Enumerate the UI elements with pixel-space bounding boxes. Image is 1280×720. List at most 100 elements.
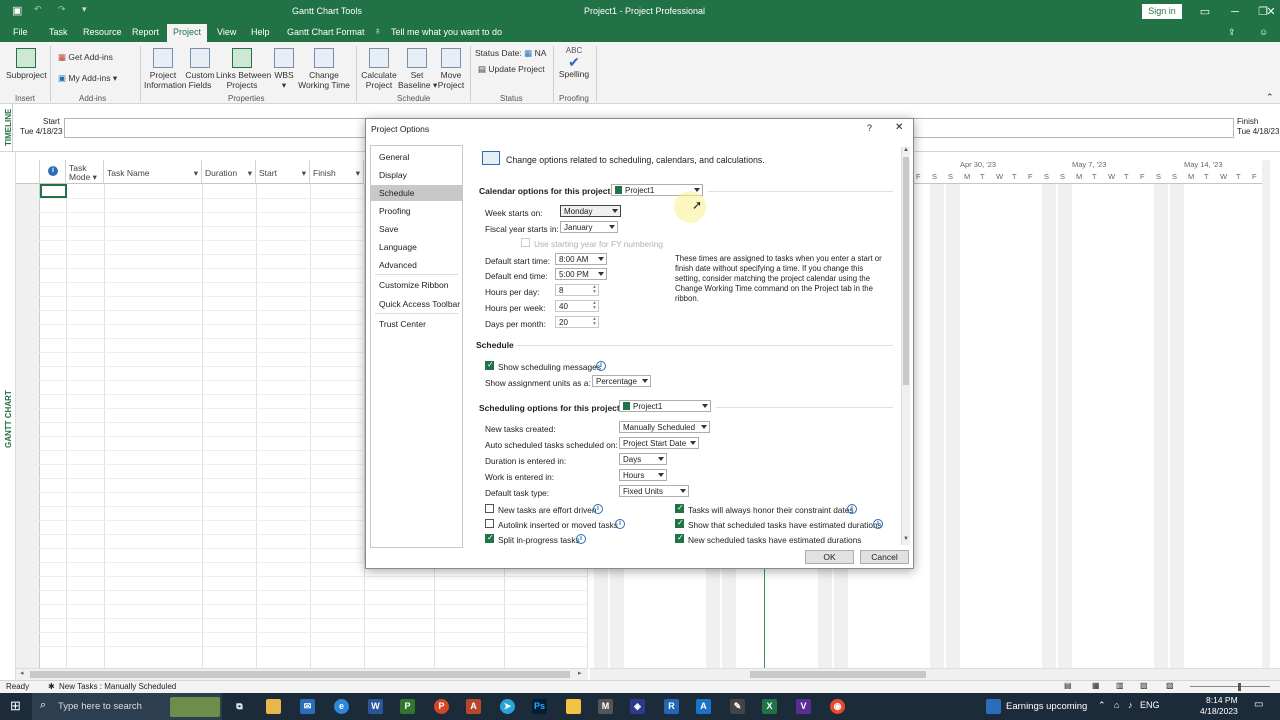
volume-icon[interactable]: ♪ (1128, 700, 1133, 710)
get-addins-button[interactable]: ▦ Get Add-ins (58, 52, 113, 62)
wbs-button[interactable]: WBS ▾ (270, 48, 298, 90)
new-tasks-mode[interactable]: New Tasks : Manually Scheduled (59, 682, 176, 691)
split-in-progress-checkbox[interactable] (485, 533, 494, 543)
save-icon[interactable]: ▣ (12, 4, 22, 17)
scroll-left-icon[interactable]: ◂ (20, 669, 24, 677)
collapse-ribbon-icon[interactable]: ⌃ (1266, 92, 1274, 103)
scroll-down-icon[interactable]: ▼ (903, 536, 909, 542)
selected-cell[interactable] (40, 184, 67, 198)
share-icon[interactable]: ⇪ (1228, 27, 1236, 38)
mail-icon[interactable]: ✉ (300, 699, 315, 714)
column-header-task-mode[interactable]: Task Mode ▾ (66, 160, 104, 184)
tab-gantt-chart-format[interactable]: Gantt Chart Format (287, 27, 365, 37)
nav-customize-ribbon[interactable]: Customize Ribbon (371, 277, 462, 293)
cancel-button[interactable]: Cancel (860, 550, 909, 564)
language-indicator[interactable]: ENG (1140, 700, 1160, 710)
fiscal-year-select[interactable]: January (560, 221, 618, 233)
notes-icon[interactable] (566, 699, 581, 714)
zoom-slider-thumb[interactable] (1238, 683, 1241, 691)
nav-language[interactable]: Language (371, 239, 462, 255)
default-task-type-select[interactable]: Fixed Units (619, 485, 689, 497)
a-app-icon[interactable]: A (696, 699, 711, 714)
effort-driven-checkbox[interactable] (485, 504, 494, 513)
record-icon[interactable]: ◉ (830, 699, 845, 714)
gantt-scroll-thumb[interactable] (750, 671, 926, 678)
task-view-icon[interactable]: ⧉ (232, 699, 247, 714)
column-header-finish[interactable]: Finish ▾ (310, 160, 364, 184)
info-icon[interactable]: i (593, 504, 603, 514)
access-icon[interactable]: A (466, 699, 481, 714)
excel-icon[interactable]: X (762, 699, 777, 714)
comments-icon[interactable]: ☺ (1259, 27, 1268, 37)
default-end-select[interactable]: 5:00 PM (555, 268, 607, 280)
info-column-header[interactable]: i (40, 160, 66, 184)
spinner-icon[interactable]: ▲ ▼ (592, 301, 597, 311)
column-header-start[interactable]: Start ▾ (256, 160, 310, 184)
sign-in-button[interactable]: Sign in (1142, 4, 1182, 19)
pen-app-icon[interactable]: ✎ (730, 699, 745, 714)
ok-button[interactable]: OK (805, 550, 854, 564)
estimated-durations-checkbox[interactable] (675, 518, 684, 528)
tab-task[interactable]: Task (49, 27, 68, 37)
gantt-horizontal-scrollbar[interactable] (590, 668, 1280, 680)
report-icon[interactable]: ▨ (1166, 681, 1174, 690)
clock-date[interactable]: 4/18/2023 (1200, 706, 1238, 716)
nav-general[interactable]: General (371, 149, 462, 165)
subproject-button[interactable]: Subproject (6, 48, 47, 80)
nav-schedule[interactable]: Schedule (371, 185, 462, 201)
custom-fields-button[interactable]: Custom Fields (184, 48, 216, 90)
new-estimated-durations-checkbox[interactable] (675, 533, 684, 543)
r-icon[interactable]: R (664, 699, 679, 714)
customize-qat-icon[interactable]: ▾ (82, 4, 87, 15)
autolink-checkbox[interactable] (485, 519, 494, 528)
info-icon[interactable]: i (596, 361, 606, 371)
close-window-icon[interactable]: ✕ (1262, 0, 1280, 24)
tray-chevron-icon[interactable]: ⌃ (1098, 700, 1106, 711)
news-icon[interactable] (986, 699, 1001, 714)
project-icon[interactable]: P (400, 699, 415, 714)
zoom-slider[interactable] (1190, 686, 1270, 687)
scheduling-project-select[interactable]: Project1 (619, 400, 711, 412)
grid-scroll-thumb[interactable] (30, 671, 570, 678)
telegram-icon[interactable]: ➤ (500, 699, 515, 714)
nav-quick-access-toolbar[interactable]: Quick Access Toolbar (371, 296, 462, 312)
nav-save[interactable]: Save (371, 221, 462, 237)
default-start-select[interactable]: 8:00 AM (555, 253, 607, 265)
duration-entered-select[interactable]: Days (619, 453, 667, 465)
info-icon[interactable]: i (847, 504, 857, 514)
earnings-widget[interactable]: Earnings upcoming (1006, 701, 1087, 712)
options-scroll-thumb[interactable] (903, 157, 909, 385)
info-icon[interactable]: i (873, 519, 883, 529)
ribbon-display-icon[interactable]: ▭ (1188, 0, 1222, 24)
nav-display[interactable]: Display (371, 167, 462, 183)
powerpoint-icon[interactable]: P (434, 699, 449, 714)
gantt-vertical-scrollbar[interactable] (1262, 160, 1270, 668)
spelling-button[interactable]: ABC ✔ Spelling (558, 46, 590, 79)
change-working-time-button[interactable]: Change Working Time (298, 48, 350, 90)
spinner-icon[interactable]: ▲ ▼ (592, 285, 597, 295)
resource-sheet-icon[interactable]: ▧ (1140, 681, 1148, 690)
task-usage-icon[interactable]: ▦ (1092, 681, 1100, 690)
scroll-up-icon[interactable]: ▲ (903, 147, 909, 153)
use-starting-year-checkbox[interactable] (521, 238, 530, 247)
file-explorer-icon[interactable] (266, 699, 281, 714)
windows-start-icon[interactable]: ⊞ (10, 698, 21, 714)
nav-trust-center[interactable]: Trust Center (371, 316, 462, 332)
work-entered-select[interactable]: Hours (619, 469, 667, 481)
media-icon[interactable]: M (598, 699, 613, 714)
column-header-duration[interactable]: Duration ▾ (202, 160, 256, 184)
dialog-close-button[interactable]: ✕ (895, 122, 903, 133)
project-information-button[interactable]: Project Information (144, 48, 187, 90)
spinner-icon[interactable]: ▲ ▼ (592, 317, 597, 327)
status-date-button[interactable]: Status Date: ▦ NA (475, 48, 546, 58)
auto-scheduled-select[interactable]: Project Start Date (619, 437, 699, 449)
assignment-units-select[interactable]: Percentage (592, 375, 651, 387)
gantt-view-icon[interactable]: ▤ (1064, 681, 1072, 690)
update-project-button[interactable]: ▤ Update Project (478, 64, 545, 74)
set-baseline-button[interactable]: Set Baseline ▾ (398, 48, 437, 90)
visio-icon[interactable]: V (796, 699, 811, 714)
my-addins-button[interactable]: ▣ My Add-ins ▾ (58, 73, 117, 83)
move-project-button[interactable]: Move Project (436, 48, 466, 90)
tab-report[interactable]: Report (132, 27, 159, 37)
tab-resource[interactable]: Resource (83, 27, 122, 37)
